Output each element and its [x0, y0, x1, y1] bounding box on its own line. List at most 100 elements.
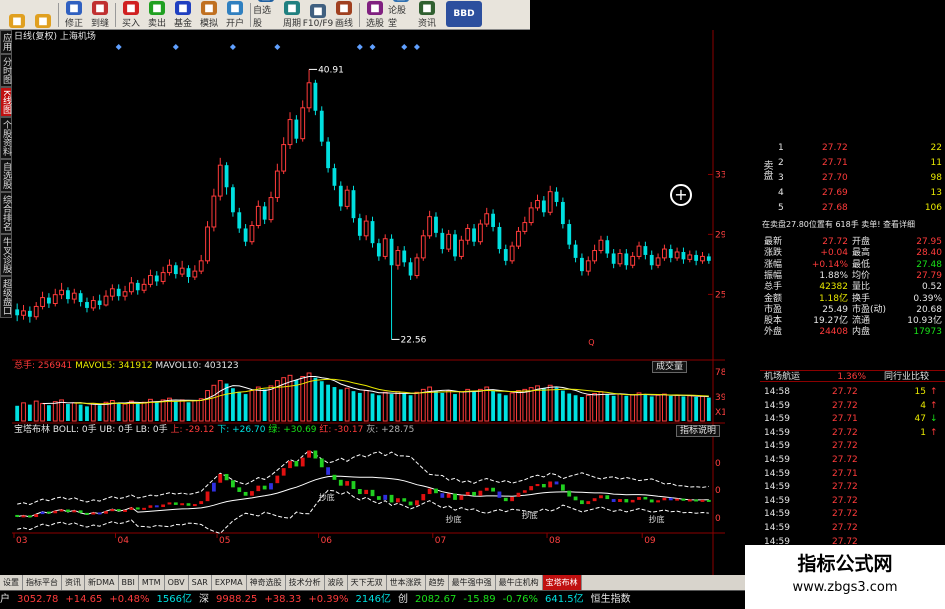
k-line-chart[interactable]: 33.77 29.70 25.62 40.91 22.56 Q 78231 39002 X10 0…: [12, 30, 744, 575]
pagoda-bar: [294, 461, 299, 467]
indicator-tab-12[interactable]: 天下无双: [348, 575, 387, 590]
pagoda-bar: [85, 512, 89, 515]
indicator-tab-15[interactable]: 最牛强中强: [449, 575, 496, 590]
candle-body: [15, 309, 20, 316]
candle-body: [472, 228, 476, 242]
volume-bar: [636, 392, 642, 422]
volume-panel-button[interactable]: 成交量: [652, 361, 688, 373]
quote-row: 14:59 27.71 47 ↓: [760, 413, 945, 425]
pagoda-bar: [199, 501, 204, 505]
left-tab-2[interactable]: K线图: [0, 87, 12, 117]
tick-volume: 4: [920, 400, 926, 411]
indicator-help-button[interactable]: 指标说明: [676, 425, 721, 437]
time-tick-label: 09: [644, 536, 656, 546]
indicator-tab-17[interactable]: 宝塔布林: [542, 575, 582, 590]
left-tab-1[interactable]: 分时图: [0, 54, 12, 87]
pagoda-bar: [694, 499, 699, 502]
toolbar-button-11[interactable]: ■ F10/F9: [303, 0, 333, 29]
left-tab-6[interactable]: 牛叉诊股: [0, 233, 12, 276]
chart-area[interactable]: 33.77 29.70 25.62 40.91 22.56 Q 78231 39002 X10 0…: [12, 30, 744, 575]
left-tab-4[interactable]: 自选股: [0, 158, 12, 192]
toolbar-button-2[interactable]: ■ 修正: [61, 0, 87, 29]
candle-body: [491, 213, 495, 227]
pagoda-bar: [46, 511, 51, 514]
pagoda-bar: [262, 485, 267, 490]
tick-price: 27.71: [832, 468, 858, 479]
toolbar-button-6[interactable]: ■ 基金: [170, 0, 196, 29]
toolbar-button-5[interactable]: ■ 卖出: [144, 0, 170, 29]
toolbar-button-8[interactable]: ■ 开户: [222, 0, 248, 29]
quote-row: 机场航运 1.36% 同行业比较: [760, 370, 945, 382]
order-volume: 11: [930, 158, 942, 168]
quote-value: +0.04: [820, 248, 848, 259]
quote-value: 28.40: [916, 248, 942, 259]
tick-time: 14:59: [764, 400, 790, 411]
pagoda-bar: [205, 491, 210, 502]
quote-value: 1.18亿: [818, 293, 848, 304]
toolbar-button-14[interactable]: ■ 论股堂: [388, 0, 414, 29]
indicator-tab-3[interactable]: 新DMA: [85, 575, 119, 590]
indicator-tab-14[interactable]: 趋势: [426, 575, 449, 590]
toolbar-button-13[interactable]: ■ 选股: [362, 0, 388, 29]
toolbar-button-9[interactable]: ■ 自选股: [253, 0, 279, 29]
quote-row: 5 27.68 106: [760, 202, 945, 214]
time-tick-label: 08: [549, 536, 561, 546]
left-tab-5[interactable]: 综合排名: [0, 191, 12, 234]
indicator-tab-5[interactable]: MTM: [139, 575, 165, 590]
boll-green: 绿: +30.69: [268, 425, 317, 435]
volume-bar: [15, 405, 20, 421]
index-status-item: 2082.67: [414, 594, 457, 605]
volume-bar: [344, 387, 350, 422]
pagoda-bar: [592, 498, 597, 502]
toolbar-button-0[interactable]: ■: [4, 0, 30, 29]
toolbar-button-10[interactable]: ■ 周期: [279, 0, 305, 29]
indicator-tab-16[interactable]: 最牛庄机构: [496, 575, 543, 590]
sector-compare-link: 同行业比较: [884, 372, 930, 382]
indicator-tab-6[interactable]: OBV: [165, 575, 189, 590]
indicator-tab-8[interactable]: EXPMA: [212, 575, 247, 590]
candle-body: [370, 221, 375, 244]
candle-body: [326, 141, 331, 169]
indicator-tab-4[interactable]: BBI: [119, 575, 139, 590]
quote-row: 14:59 27.71: [760, 468, 945, 480]
pagoda-bar: [21, 515, 26, 518]
pagoda-bar: [675, 498, 680, 501]
toolbar-button-15[interactable]: ■ 资讯: [414, 0, 440, 29]
left-tab-3[interactable]: 个股资料: [0, 116, 12, 159]
high-annotation: 40.91: [318, 65, 344, 75]
toolbar-button-7[interactable]: ■ 模拟: [196, 0, 222, 29]
tick-time: 14:59: [764, 441, 790, 452]
indicator-tab-2[interactable]: 资讯: [62, 575, 85, 590]
candle-body: [554, 191, 559, 202]
volume-bar: [294, 380, 299, 421]
candle-body: [344, 189, 350, 207]
toolbar-button-label: 资讯: [417, 19, 436, 29]
toolbar-button-1[interactable]: ■: [30, 0, 56, 29]
indicator-tab-0[interactable]: 设置: [0, 575, 23, 590]
left-tab-0[interactable]: 应用: [0, 30, 12, 54]
boll-tick-label: 0: [715, 514, 721, 524]
volume-bar: [681, 396, 686, 421]
indicator-tab-11[interactable]: 波段: [325, 575, 348, 590]
toolbar-button-label: 自选股: [253, 6, 272, 29]
indicator-tab-10[interactable]: 技术分析: [286, 575, 325, 590]
toolbar-button-3[interactable]: ■ 到缝: [87, 0, 113, 29]
toolbar-button-12[interactable]: ■ 画线: [331, 0, 357, 29]
left-tab-7[interactable]: 超级盘口: [0, 275, 12, 318]
indicator-tab-13[interactable]: 世本涨跌: [387, 575, 426, 590]
quote-row: 3 27.70 98: [760, 172, 945, 184]
toolbar-button-4[interactable]: ■ 买入: [118, 0, 144, 29]
candle-body: [167, 264, 172, 274]
candle-body: [46, 297, 51, 304]
price-tick-label: 29.70: [715, 230, 725, 240]
time-tick-label: 03: [16, 536, 27, 546]
indicator-tab-7[interactable]: SAR: [189, 575, 212, 590]
order-price: 27.69: [822, 188, 848, 198]
candle-body: [573, 244, 578, 258]
zoom-plus-icon[interactable]: +: [670, 184, 692, 206]
bbd-logo[interactable]: BBD: [446, 1, 482, 27]
indicator-tab-1[interactable]: 指标平台: [23, 575, 62, 590]
f10-icon: ■: [310, 4, 326, 18]
pagoda-bar: [269, 483, 273, 490]
indicator-tab-9[interactable]: 神奇选股: [247, 575, 286, 590]
